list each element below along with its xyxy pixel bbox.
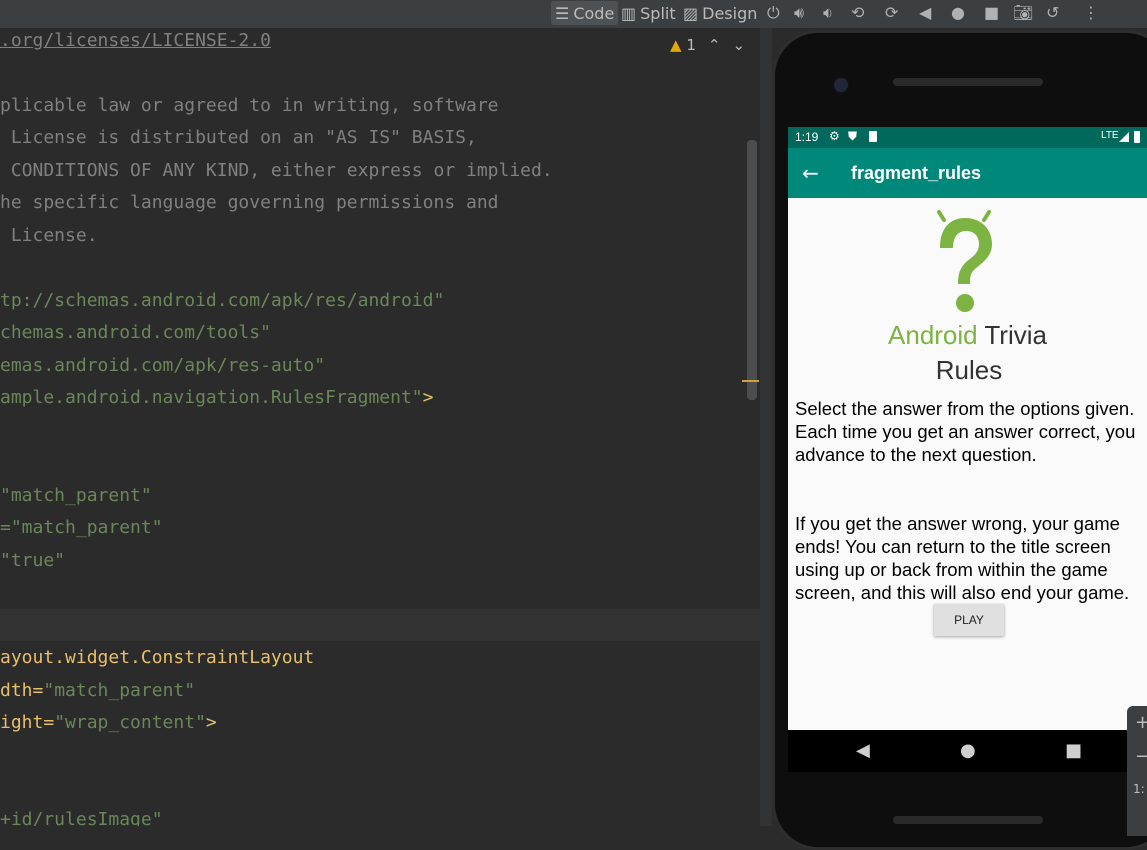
android-question-mark-icon [937,210,992,312]
home-icon[interactable]: ● [951,3,965,23]
rotate-left-icon[interactable]: ⟲ [851,3,864,23]
replay-icon[interactable]: ↺ [1046,3,1059,23]
warning-count: 1 [686,36,696,54]
code-line[interactable]: tp://schemas.android.com/apk/res/android… [0,289,444,313]
design-view-icon: ▨ [683,3,699,23]
volume-down-icon[interactable]: 🔉︎ [823,3,833,23]
editor-scrollbar[interactable] [747,140,757,400]
code-editor[interactable]: .org/licenses/LICENSE-2.0 plicable law o… [0,0,760,826]
code-line[interactable]: "true" [0,549,65,573]
back-icon[interactable]: ◀ [919,3,931,23]
rules-heading: Rules [935,355,1003,385]
code-line[interactable]: chemas.android.com/tools" [0,321,271,345]
previous-highlight-icon[interactable]: ⌃ [708,36,721,54]
code-line[interactable]: plicable law or agreed to in writing, so… [0,94,499,118]
device-nav-bar: ◀ ● ■ [788,730,1147,772]
scrollbar-marker[interactable] [742,380,759,382]
camera-icon[interactable]: 📷︎ [1013,3,1033,23]
play-button[interactable]: PLAY [934,604,1004,636]
code-string: "match_parent" [43,680,196,701]
zoom-in-button[interactable]: + [1135,712,1147,733]
warning-icon: ▲ [670,36,682,54]
zoom-ratio-button[interactable]: 1: [1133,782,1145,796]
rules-paragraph-1: Select the answer from the options given… [795,398,1136,465]
status-time: 1:19 [795,130,819,144]
power-icon[interactable]: ⏻ [767,3,780,23]
bottom-speaker-grille [893,816,1043,824]
code-line[interactable]: .org/licenses/LICENSE-2.0 [0,29,271,53]
nav-back-icon[interactable]: ◀ [856,740,870,762]
more-icon[interactable]: ⋮ [1083,3,1099,23]
code-line[interactable]: dth="match_parent" [0,679,195,703]
zoom-controls: + − 1: [1127,706,1147,836]
brand-trivia: Trivia [977,320,1047,350]
nav-home-icon[interactable]: ● [960,740,976,762]
code-tag-close: > [205,712,217,733]
code-line[interactable]: "match_parent" [0,484,152,508]
split-view-label: Split [640,3,676,23]
warning-indicator[interactable]: ▲ 1 [670,36,696,54]
code-attr: ight= [0,712,55,733]
rotate-right-icon[interactable]: ⟳ [885,3,898,23]
signal-icon [1119,132,1129,142]
split-view-icon: ▥ [621,3,637,23]
code-line[interactable]: emas.android.com/apk/res-auto" [0,354,325,378]
volume-up-icon[interactable]: 🔊︎ [794,3,804,23]
code-line[interactable]: he specific language governing permissio… [0,191,499,215]
code-string: ample.android.navigation.RulesFragment" [0,387,423,408]
pane-splitter[interactable] [760,28,772,826]
rules-paragraph-2: If you get the answer wrong, your game e… [795,513,1130,603]
brand-android: Android [888,320,978,350]
code-line[interactable]: ample.android.navigation.RulesFragment"> [0,386,433,410]
sim-card-icon [869,131,877,142]
nav-recents-icon[interactable]: ■ [1065,740,1082,762]
inspection-widget[interactable]: ▲ 1 ⌃ ⌄ [670,36,745,54]
split-view-button[interactable]: ▥ Split [617,1,680,25]
back-arrow-icon[interactable]: ← [802,161,819,185]
front-camera [832,76,850,94]
code-view-button[interactable]: ☰ Code [551,1,619,25]
design-view-button[interactable]: ▨ Design [679,1,761,25]
code-string: "wrap_content" [54,712,206,733]
code-line[interactable]: License is distributed on an "AS IS" BAS… [0,126,477,150]
status-bar: 1:19 ⚙ ⛊ LTE [788,127,1147,148]
code-line[interactable]: ayout.widget.ConstraintLayout [0,646,314,670]
shield-icon: ⛊ [848,129,858,143]
device-screen[interactable]: 1:19 ⚙ ⛊ LTE ← fragment_rules Android Tr… [788,127,1147,730]
next-highlight-icon[interactable]: ⌄ [732,36,745,54]
zoom-out-button[interactable]: − [1135,746,1147,767]
network-type: LTE [1101,130,1119,141]
code-view-label: Code [573,3,615,23]
code-tag-close: > [422,387,434,408]
current-line-highlight [0,609,760,641]
code-line[interactable]: ight="wrap_content"> [0,711,217,735]
brand-title: Android Trivia [788,320,1147,351]
code-line[interactable]: CONDITIONS OF ANY KIND, either express o… [0,159,553,183]
app-bar: ← fragment_rules [788,148,1147,198]
settings-icon: ⚙ [829,129,840,143]
code-line[interactable]: License. [0,224,98,248]
design-view-label: Design [702,3,758,23]
code-line[interactable]: ="match_parent" [0,516,163,540]
battery-icon [1134,131,1140,143]
overview-icon[interactable]: ■ [984,3,999,23]
editor-toolbar: ☰ Code ▥ Split ▨ Design ⏻ 🔊︎ 🔉︎ ⟲ ⟳ ◀ ● ■ 📷… [0,0,1147,28]
code-view-icon: ☰ [555,3,570,23]
code-attr: dth= [0,680,44,701]
code-line[interactable]: +id/rulesImage" [0,808,163,826]
app-bar-title: fragment_rules [851,163,982,183]
speaker-grille [893,78,1043,86]
